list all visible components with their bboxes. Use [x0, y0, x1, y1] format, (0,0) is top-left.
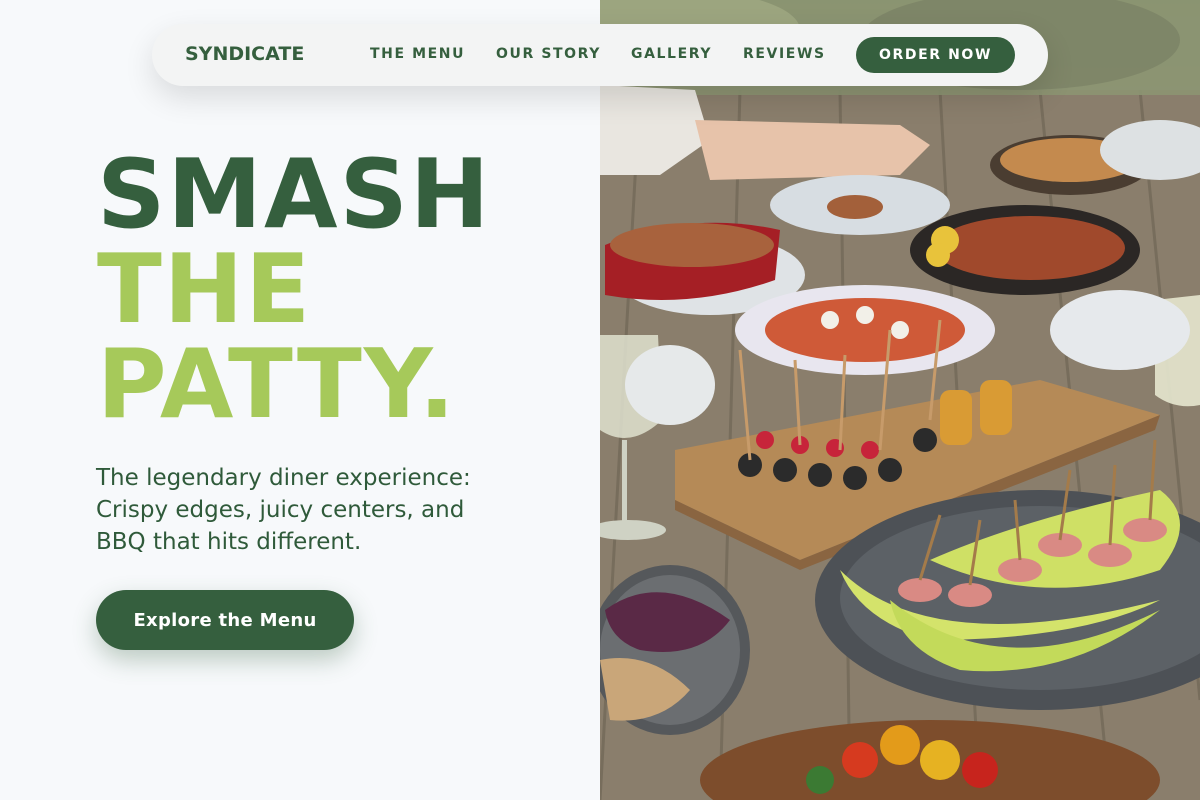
headline-line-smash: SMASH — [97, 140, 492, 250]
main-nav: SYNDICATE THE MENU OUR STORY GALLERY REV… — [152, 24, 1048, 86]
hero-subcopy: The legendary diner experience: Crispy e… — [96, 462, 516, 558]
brand-logo[interactable]: SYNDICATE — [185, 43, 304, 65]
nav-link-reviews[interactable]: REVIEWS — [743, 46, 826, 62]
hero-food-photo — [600, 0, 1200, 800]
subcopy-line: Crispy edges, juicy centers, and — [96, 497, 465, 523]
explore-menu-button[interactable]: Explore the Menu — [96, 590, 354, 650]
headline-line-the: THE — [97, 235, 313, 345]
headline-line-patty: PATTY. — [97, 330, 457, 440]
nav-link-gallery[interactable]: GALLERY — [631, 46, 712, 62]
order-now-button[interactable]: ORDER NOW — [856, 37, 1015, 73]
nav-link-our-story[interactable]: OUR STORY — [496, 46, 601, 62]
subcopy-line: The legendary diner experience: — [96, 465, 471, 491]
nav-link-the-menu[interactable]: THE MENU — [370, 46, 465, 62]
hero-headline: SMASH THE PATTY. — [97, 148, 491, 433]
subcopy-line: BBQ that hits different. — [96, 529, 362, 555]
food-table-illustration — [600, 0, 1200, 800]
